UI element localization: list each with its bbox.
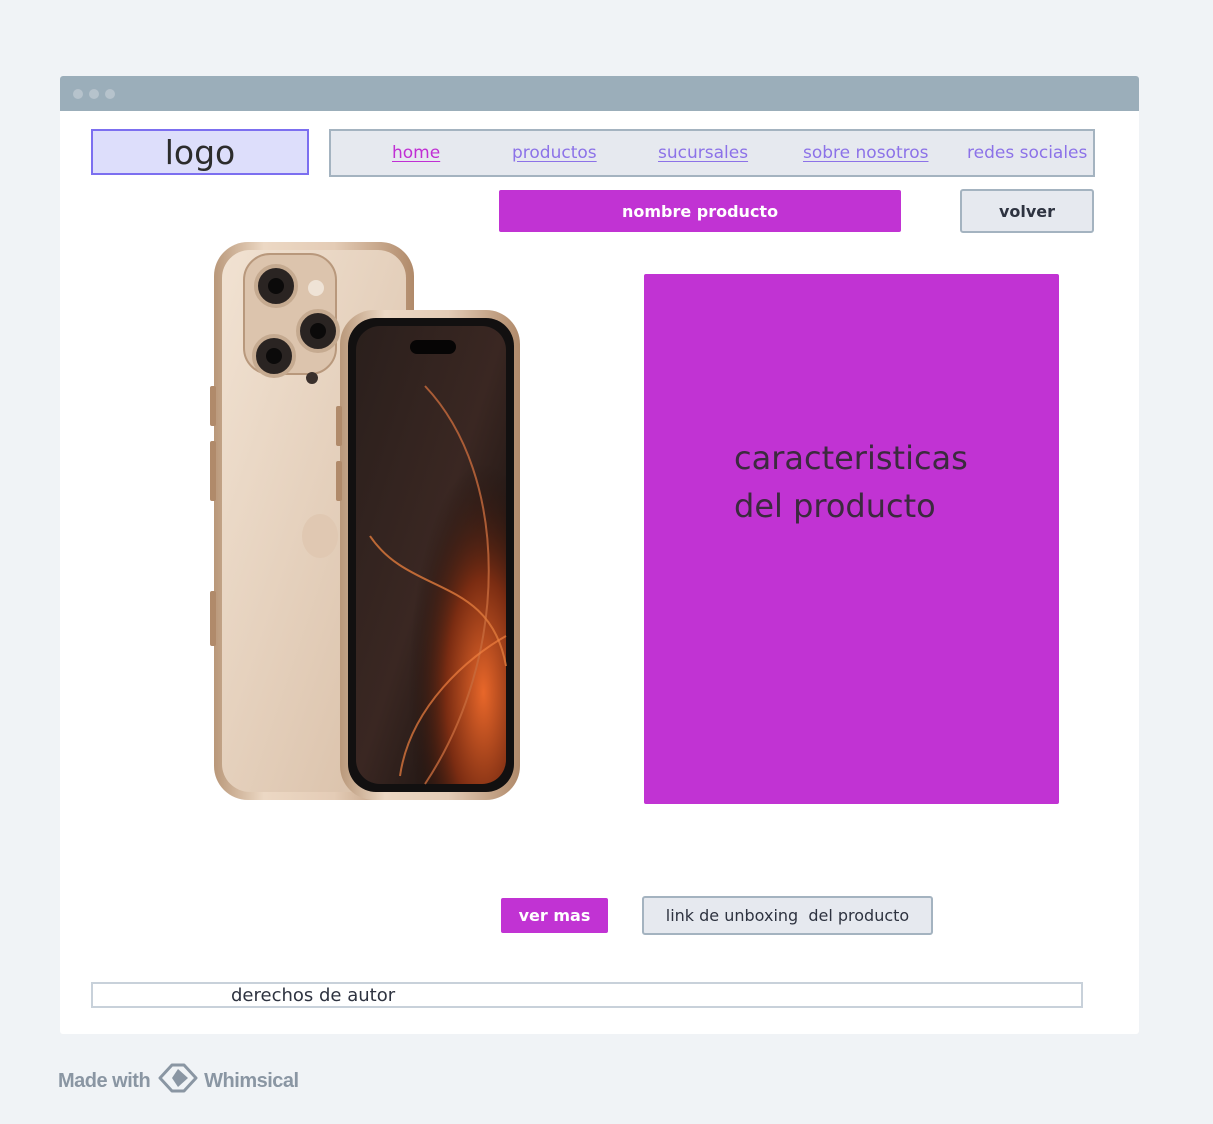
whimsical-brand-text: Whimsical — [204, 1069, 299, 1092]
back-button-label: volver — [998, 201, 1056, 221]
logo[interactable]: logo — [91, 129, 309, 175]
nav-productos-link[interactable]: productos — [512, 143, 597, 163]
features-line-1: caracteristicas — [734, 439, 968, 477]
window-dot — [89, 89, 99, 99]
product-features-text: caracteristicas del producto — [734, 434, 1034, 530]
window-dot — [73, 89, 83, 99]
logo-label: logo — [164, 132, 236, 172]
see-more-label: ver mas — [518, 906, 591, 925]
product-name-banner: nombre producto — [499, 190, 901, 232]
whimsical-watermark[interactable]: Made with Whimsical — [58, 1063, 299, 1099]
nav-redes-sociales-link[interactable]: redes sociales — [967, 143, 1087, 163]
back-button[interactable]: volver — [960, 189, 1094, 233]
window-dot — [105, 89, 115, 99]
nav-home-link[interactable]: home — [392, 143, 440, 163]
whimsical-logo-icon — [158, 1063, 198, 1099]
footer: derechos de autor — [91, 982, 1083, 1008]
phone-image-icon — [210, 242, 520, 800]
window-titlebar — [60, 76, 1139, 111]
main-nav: home productos sucursales sobre nosotros… — [329, 129, 1095, 177]
nav-sobre-nosotros-link[interactable]: sobre nosotros — [803, 143, 929, 163]
unboxing-link-button[interactable]: link de unboxing del producto — [642, 896, 933, 935]
copyright-text: derechos de autor — [231, 985, 396, 1006]
nav-sucursales-link[interactable]: sucursales — [658, 143, 748, 163]
see-more-button[interactable]: ver mas — [501, 898, 608, 933]
made-with-text: Made with — [58, 1069, 151, 1092]
browser-window: logo home productos sucursales sobre nos… — [60, 76, 1139, 1034]
product-image — [210, 236, 530, 806]
unboxing-link-label: link de unboxing del producto — [665, 906, 910, 925]
product-features-panel: caracteristicas del producto — [644, 274, 1059, 804]
features-line-2: del producto — [734, 487, 936, 525]
product-name-label: nombre producto — [621, 201, 779, 221]
